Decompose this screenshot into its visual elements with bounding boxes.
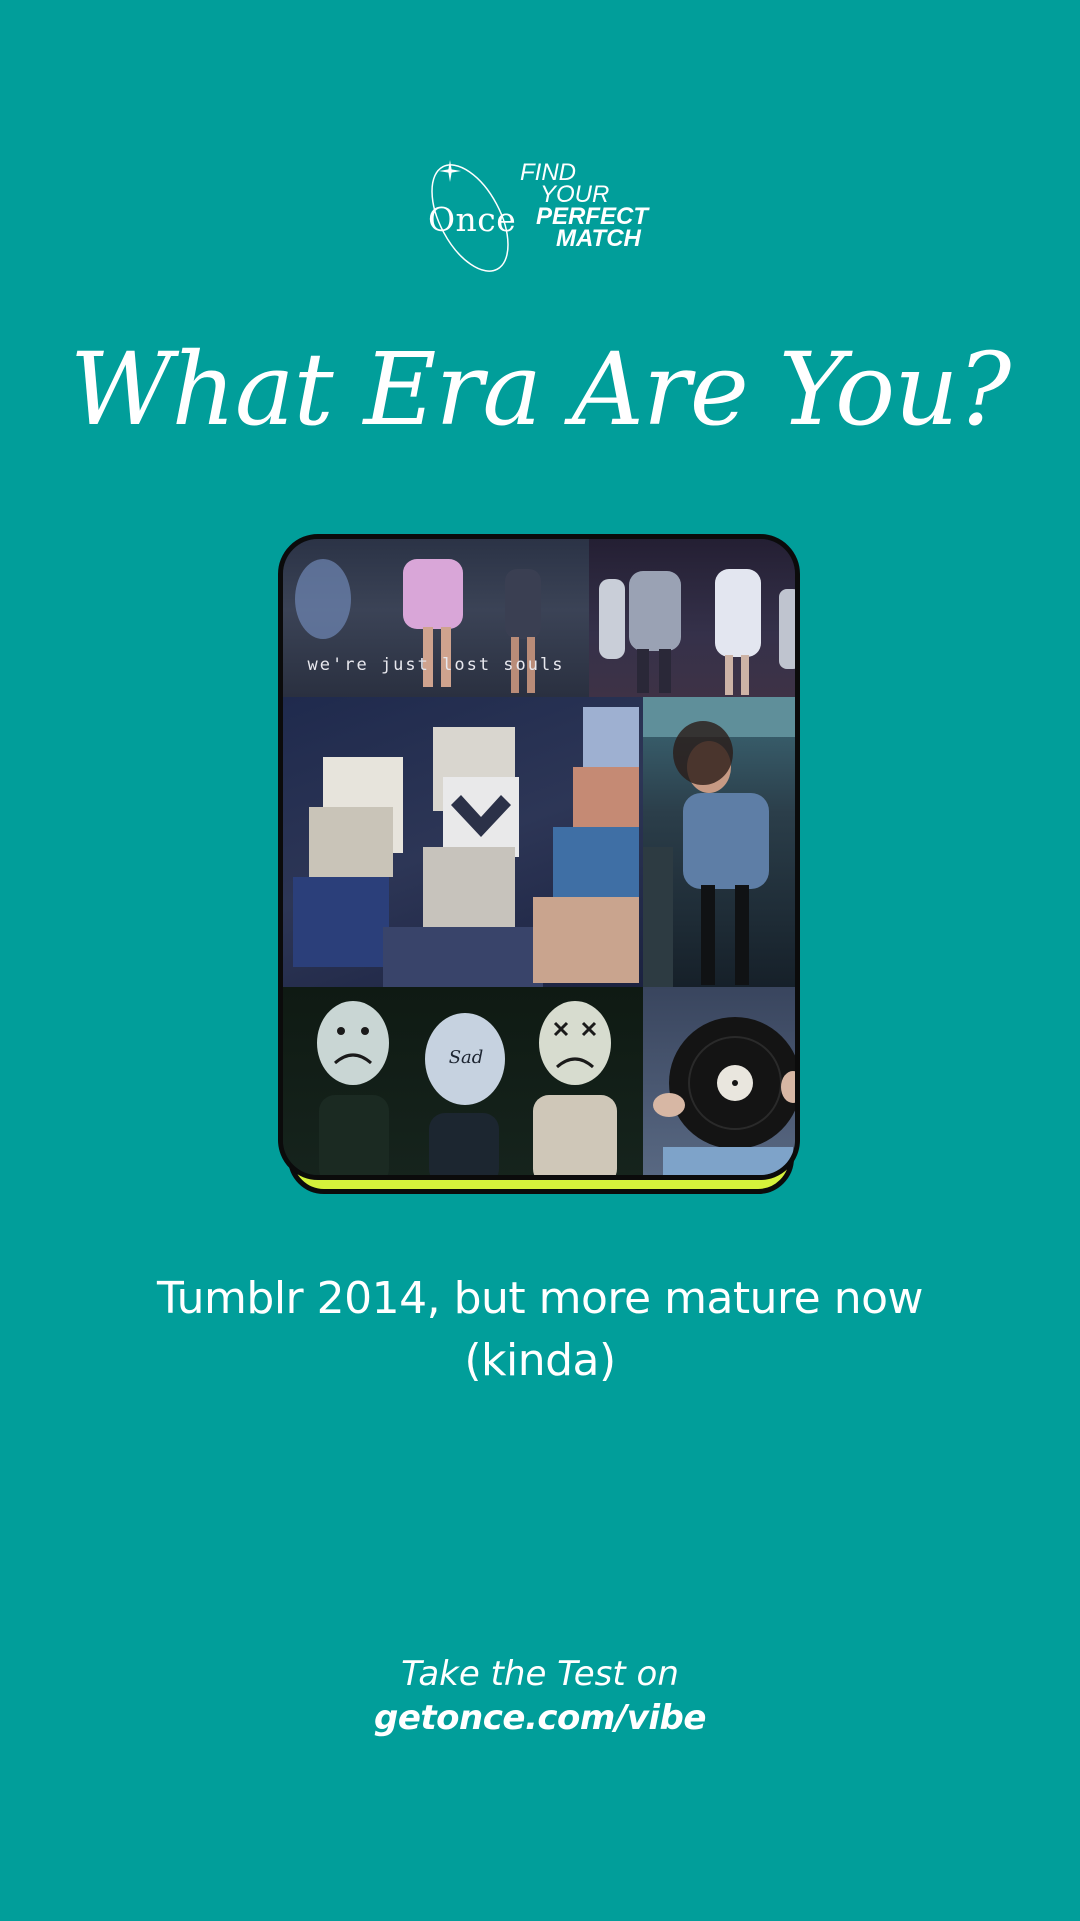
brand-tagline: FIND YOUR PERFECT MATCH <box>520 161 680 252</box>
brand-logo: Once FIND YOUR PERFECT MATCH <box>418 158 678 278</box>
result-description: Tumblr 2014, but more mature now (kinda) <box>0 1268 1080 1392</box>
mood-collage-card: we're just lost souls Sad <box>278 534 800 1198</box>
night-walk-image <box>599 569 795 695</box>
cta-link[interactable]: getonce.com/vibe <box>0 1696 1080 1740</box>
collage-photo-sad-balloons: Sad <box>283 987 643 1175</box>
tagline-line-4: MATCH <box>556 225 641 252</box>
collage-frame: we're just lost souls Sad <box>278 534 800 1180</box>
balloon-label: Sad <box>448 1047 484 1068</box>
sad-balloons-image <box>317 1001 617 1175</box>
vinyl-record-image <box>653 1017 795 1175</box>
cta-text: Take the Test on <box>401 1654 679 1694</box>
girl-in-record-shop-image <box>643 697 795 987</box>
collage-photo-lost-souls: we're just lost souls <box>283 539 589 697</box>
result-line-1: Tumblr 2014, but more mature now <box>156 1273 924 1324</box>
brand-name: Once <box>428 200 517 239</box>
collage-photo-night-walk <box>589 539 795 697</box>
call-to-action: Take the Test on getonce.com/vibe <box>0 1652 1080 1740</box>
sparkle-icon <box>439 160 461 182</box>
vinyl-crates-image <box>293 707 639 987</box>
result-line-2: (kinda) <box>464 1335 616 1386</box>
collage-caption: we're just lost souls <box>307 655 565 675</box>
page-title: What Era Are You? <box>69 331 1012 448</box>
collage-photo-girl-laughing <box>643 697 795 987</box>
collage-photo-vinyl-record <box>643 987 795 1175</box>
collage-photo-record-store <box>283 697 643 987</box>
